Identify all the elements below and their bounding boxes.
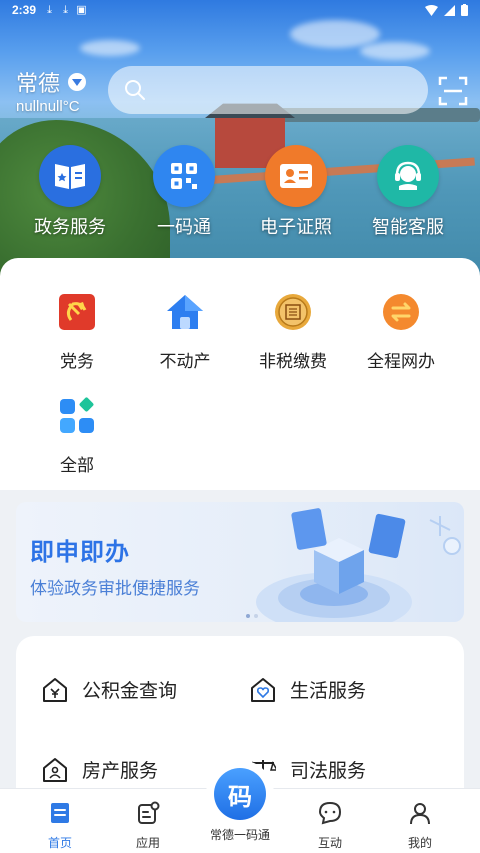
quick-action-smart-service[interactable]: 智能客服	[348, 145, 468, 239]
list-item-label: 房产服务	[82, 761, 159, 782]
code-glyph-icon: 码	[214, 768, 266, 820]
nav-center-label: 常德一码通	[209, 828, 270, 842]
download-icon: ⤓	[63, 4, 68, 16]
list-item-property-service[interactable]: 房产服务	[42, 756, 158, 783]
list-item-label: 生活服务	[290, 681, 367, 702]
carousel-indicator	[246, 614, 258, 618]
user-icon	[410, 803, 430, 825]
apps-icon	[138, 801, 160, 824]
service-label: 非税缴费	[259, 352, 327, 371]
search-input[interactable]	[108, 66, 428, 114]
list-item-label: 公积金查询	[82, 681, 178, 702]
quick-action-label: 电子证照	[260, 217, 332, 237]
service-label: 党务	[60, 352, 94, 371]
wifi-icon	[425, 4, 438, 16]
government-service-icon	[39, 145, 101, 207]
home-icon	[51, 803, 69, 823]
nav-label: 我的	[407, 836, 432, 850]
quick-action-qr-pass[interactable]: 一码通	[124, 145, 244, 239]
nav-apps[interactable]: 应用	[108, 789, 188, 853]
service-label: 全程网办	[367, 352, 435, 371]
search-icon	[125, 80, 145, 100]
city-selector[interactable]: 常德	[16, 66, 87, 98]
list-item-life-service[interactable]: 生活服务	[250, 676, 366, 703]
banner-subtitle: 体验政务审批便捷服务	[30, 579, 200, 598]
notification-icon: ▣	[76, 4, 87, 16]
customer-service-headset-icon	[377, 145, 439, 207]
party-emblem-icon	[59, 294, 95, 330]
qr-code-icon	[153, 145, 215, 207]
quick-action-label: 政务服务	[34, 217, 106, 237]
banner-title: 即申即办	[30, 539, 130, 566]
housing-fund-icon	[43, 677, 67, 702]
all-apps-icon	[60, 397, 94, 433]
banner-illustration-icon	[256, 508, 461, 622]
service-label: 不动产	[159, 352, 211, 371]
nav-center-qr-pass-button[interactable]: 码	[206, 760, 274, 828]
quick-action-label: 一码通	[157, 217, 211, 237]
city-name: 常德	[16, 71, 61, 96]
status-bar: 2:39 ⤓ ⤓ ▣	[0, 0, 480, 22]
life-service-icon	[251, 677, 275, 702]
scan-icon[interactable]	[438, 76, 468, 106]
service-full-online[interactable]: 全程网办	[346, 292, 456, 372]
quick-action-gov-service[interactable]: 政务服务	[10, 145, 130, 239]
quick-action-label: 智能客服	[372, 217, 444, 237]
quick-action-e-license[interactable]: 电子证照	[236, 145, 356, 239]
house-icon	[167, 295, 203, 329]
nav-interact[interactable]: 互动	[290, 789, 370, 853]
download-icon: ⤓	[47, 4, 52, 16]
nav-mine[interactable]: 我的	[380, 789, 460, 853]
battery-icon	[461, 4, 468, 16]
online-process-icon	[383, 294, 419, 330]
chevron-down-icon	[68, 73, 87, 91]
service-real-estate[interactable]: 不动产	[130, 292, 240, 372]
service-non-tax-payment[interactable]: 非税缴费	[238, 292, 348, 372]
service-all[interactable]: 全部	[22, 396, 132, 476]
service-label: 全部	[60, 456, 94, 475]
service-party-affairs[interactable]: 党务	[22, 292, 132, 372]
chat-bubble-icon	[318, 801, 342, 825]
list-item-label: 司法服务	[290, 761, 367, 782]
id-card-icon	[265, 145, 327, 207]
nav-label: 首页	[47, 836, 72, 850]
seal-coin-icon	[275, 294, 311, 330]
nav-home[interactable]: 首页	[20, 789, 100, 853]
signal-icon	[444, 4, 455, 16]
property-icon	[43, 757, 67, 782]
promo-banner[interactable]: 即申即办 体验政务审批便捷服务	[16, 502, 464, 622]
status-time: 2:39	[12, 3, 37, 17]
nav-label: 互动	[317, 836, 342, 850]
temperature: nullnull°C	[16, 98, 80, 115]
list-item-housing-fund[interactable]: 公积金查询	[42, 676, 177, 703]
nav-label: 应用	[135, 836, 160, 850]
